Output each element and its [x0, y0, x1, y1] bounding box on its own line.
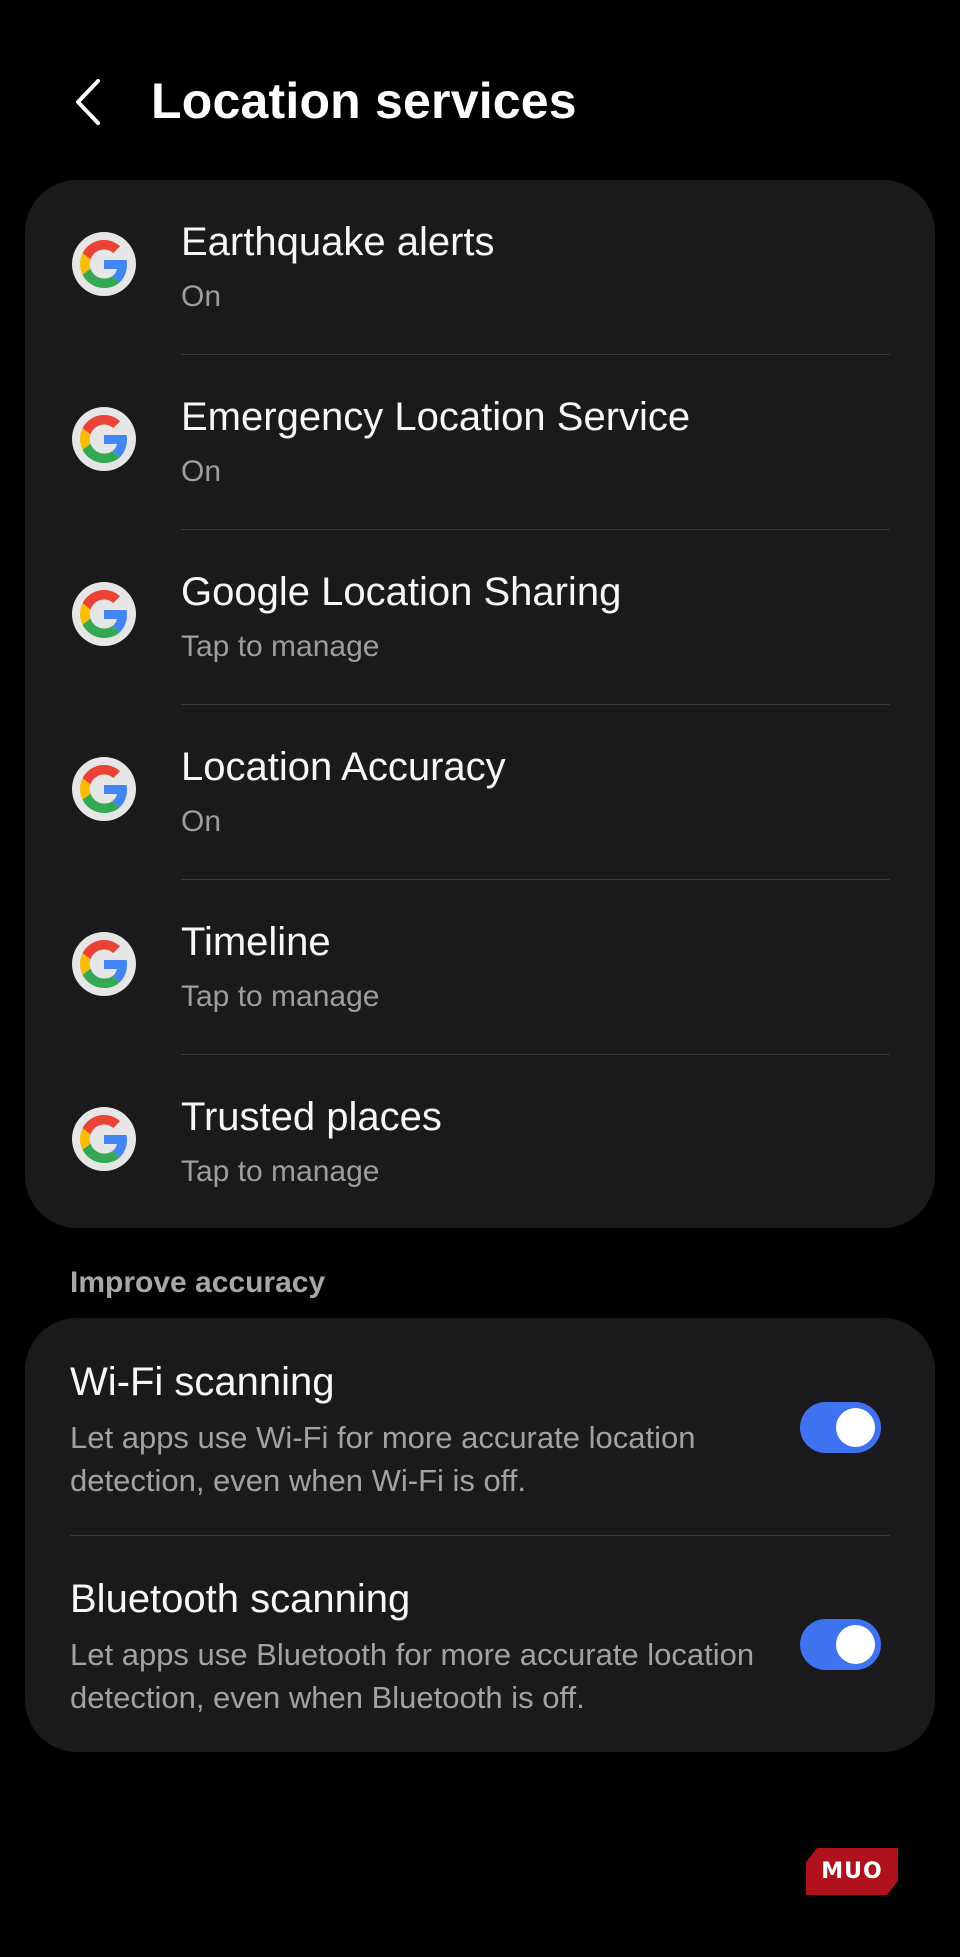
item-title: Trusted places — [181, 1095, 442, 1139]
item-title: Timeline — [181, 920, 331, 964]
list-item-wifi-scanning[interactable]: Wi-Fi scanning Let apps use Wi-Fi for mo… — [25, 1318, 935, 1536]
list-item-trusted-places[interactable]: Trusted places Tap to manage — [25, 1055, 935, 1230]
item-title: Emergency Location Service — [181, 395, 691, 439]
item-status: Tap to manage — [181, 630, 380, 663]
location-services-screen: Location services Earthquake alerts On E… — [0, 0, 960, 1957]
item-status: On — [181, 805, 222, 838]
improve-accuracy-card: Wi-Fi scanning Let apps use Wi-Fi for mo… — [25, 1318, 935, 1752]
list-item-location-accuracy[interactable]: Location Accuracy On — [25, 705, 935, 880]
page-title: Location services — [151, 73, 577, 129]
item-status: Tap to manage — [181, 1155, 380, 1188]
bluetooth-scanning-toggle[interactable] — [800, 1619, 881, 1670]
item-status: On — [181, 280, 222, 313]
item-title: Earthquake alerts — [181, 220, 495, 264]
item-status: On — [181, 455, 222, 488]
header: Location services — [0, 60, 960, 144]
google-g-icon — [72, 582, 136, 646]
toggle-knob — [836, 1625, 875, 1664]
google-g-icon — [72, 932, 136, 996]
list-item-google-location-sharing[interactable]: Google Location Sharing Tap to manage — [25, 530, 935, 705]
list-item-earthquake-alerts[interactable]: Earthquake alerts On — [25, 180, 935, 355]
item-description: Let apps use Bluetooth for more accurate… — [70, 1637, 755, 1715]
list-item-emergency-location-service[interactable]: Emergency Location Service On — [25, 355, 935, 530]
item-title: Wi-Fi scanning — [70, 1360, 335, 1404]
item-title: Location Accuracy — [181, 745, 506, 789]
google-g-icon — [72, 757, 136, 821]
list-item-bluetooth-scanning[interactable]: Bluetooth scanning Let apps use Bluetoot… — [25, 1535, 935, 1752]
item-title: Bluetooth scanning — [70, 1577, 411, 1621]
google-g-icon — [72, 232, 136, 296]
item-status: Tap to manage — [181, 980, 380, 1013]
google-g-icon — [72, 407, 136, 471]
item-description: Let apps use Wi-Fi for more accurate loc… — [70, 1420, 696, 1498]
watermark-text: MUO — [821, 1859, 883, 1884]
chevron-left-icon — [76, 79, 100, 125]
muo-watermark-logo: MUO — [806, 1848, 898, 1895]
item-title: Google Location Sharing — [181, 570, 622, 614]
google-g-icon — [72, 1107, 136, 1171]
back-button[interactable] — [64, 74, 112, 130]
list-item-timeline[interactable]: Timeline Tap to manage — [25, 880, 935, 1055]
section-label-improve-accuracy: Improve accuracy — [70, 1266, 326, 1299]
wifi-scanning-toggle[interactable] — [800, 1402, 881, 1453]
toggle-knob — [836, 1408, 875, 1447]
google-services-card: Earthquake alerts On Emergency Location … — [25, 180, 935, 1228]
